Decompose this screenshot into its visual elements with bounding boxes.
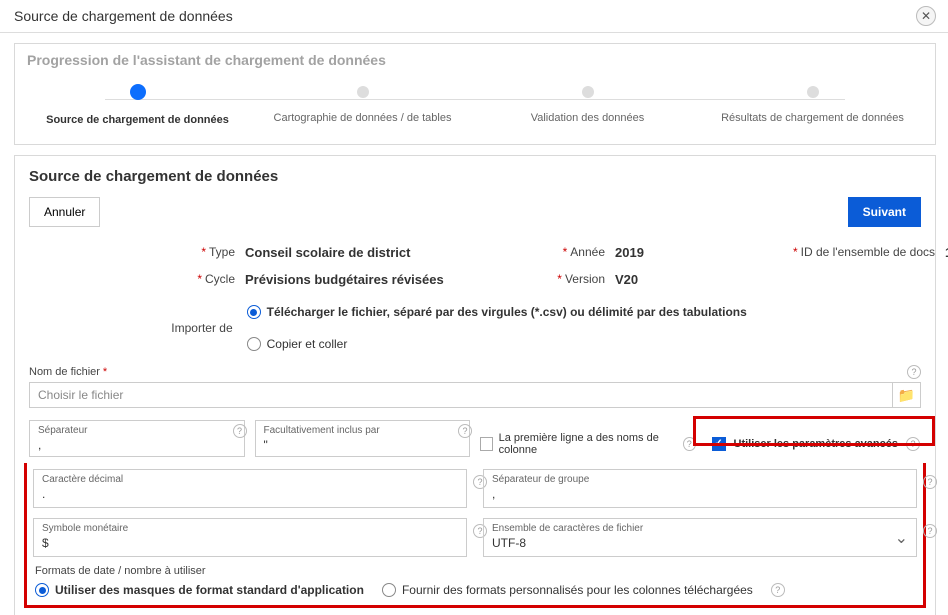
step-mapping[interactable]: Cartographie de données / de tables — [250, 86, 475, 124]
import-row: Importer de Télécharger le fichier, sépa… — [15, 299, 935, 361]
close-icon: ✕ — [921, 9, 931, 23]
help-icon[interactable]: ? — [907, 365, 921, 379]
help-icon[interactable]: ? — [458, 424, 472, 438]
radio-app-format[interactable]: Utiliser des masques de format standard … — [35, 583, 364, 597]
stepper: Source de chargement de données Cartogra… — [15, 68, 935, 144]
radio-icon — [247, 337, 261, 351]
value-year: 2019 — [615, 245, 745, 260]
section-title: Source de chargement de données — [15, 156, 935, 185]
advanced-checkbox[interactable]: ✓ — [712, 437, 726, 451]
browse-folder-icon[interactable]: 📁 — [892, 383, 920, 407]
file-name-block: Nom de fichier* ? Choisir le fichier 📁 — [15, 361, 935, 416]
step-dot-icon — [130, 84, 146, 100]
step-label: Validation des données — [531, 112, 645, 124]
modal-header: Source de chargement de données ✕ — [0, 0, 948, 33]
decimal-char-field[interactable]: Caractère décimal . — [33, 469, 467, 508]
label-import-from: Importer de — [95, 321, 233, 335]
group-sep-field[interactable]: Séparateur de groupe , — [483, 469, 917, 508]
enclosed-by-field[interactable]: Facultativement inclus par " — [255, 420, 471, 457]
label-cycle: *Cycle — [95, 272, 235, 286]
value-type: Conseil scolaire de district — [245, 245, 475, 260]
step-label: Résultats de chargement de données — [721, 112, 904, 124]
radio-icon — [247, 305, 261, 319]
progress-heading: Progression de l'assistant de chargement… — [15, 44, 935, 68]
meta-grid: *Type Conseil scolaire de district *Anné… — [15, 239, 935, 299]
step-results[interactable]: Résultats de chargement de données — [700, 86, 925, 124]
advanced-area: Caractère décimal . ? Séparateur de grou… — [24, 463, 926, 608]
charset-select[interactable]: Ensemble de caractères de fichier UTF-8 — [483, 518, 917, 557]
radio-copy-paste[interactable]: Copier et coller — [247, 337, 348, 351]
step-dot-icon — [582, 86, 594, 98]
help-icon[interactable]: ? — [771, 583, 785, 597]
action-row: Annuler Suivant — [15, 185, 935, 239]
label-type: *Type — [95, 245, 235, 259]
label-docset: *ID de l'ensemble de docs — [755, 245, 935, 259]
close-button[interactable]: ✕ — [916, 6, 936, 26]
radio-icon — [35, 583, 49, 597]
label-formats: Formats de date / nombre à utiliser — [35, 565, 915, 577]
first-row-checkbox[interactable] — [480, 437, 493, 451]
separator-field[interactable]: Séparateur , — [29, 420, 245, 457]
import-options: Télécharger le fichier, séparé par des v… — [247, 305, 855, 351]
label-filename: Nom de fichier* — [29, 366, 107, 378]
form-panel: Source de chargement de données Annuler … — [14, 155, 936, 615]
radio-icon — [382, 583, 396, 597]
radio-custom-format[interactable]: Fournir des formats personnalisés pour l… — [382, 583, 753, 597]
progress-panel: Progression de l'assistant de chargement… — [14, 43, 936, 145]
step-dot-icon — [357, 86, 369, 98]
modal-title: Source de chargement de données — [14, 8, 233, 24]
file-input[interactable]: Choisir le fichier 📁 — [29, 382, 921, 408]
help-icon[interactable]: ? — [923, 475, 937, 489]
step-validation[interactable]: Validation des données — [475, 86, 700, 124]
label-year: *Année — [485, 245, 605, 259]
help-icon[interactable]: ? — [923, 524, 937, 538]
help-icon[interactable]: ? — [906, 437, 920, 451]
value-cycle: Prévisions budgétaires révisées — [245, 272, 475, 287]
value-version: V20 — [615, 272, 745, 287]
step-dot-icon — [807, 86, 819, 98]
currency-symbol-field[interactable]: Symbole monétaire $ — [33, 518, 467, 557]
format-options: Utiliser des masques de format standard … — [33, 583, 917, 597]
modal-body: Progression de l'assistant de chargement… — [0, 33, 948, 615]
help-icon[interactable]: ? — [683, 437, 696, 451]
first-row-checkbox-row: La première ligne a des noms de colonne … — [480, 420, 696, 457]
cancel-button[interactable]: Annuler — [29, 197, 100, 227]
next-button[interactable]: Suivant — [848, 197, 921, 227]
label-version: *Version — [485, 272, 605, 286]
file-placeholder: Choisir le fichier — [30, 388, 892, 402]
separator-row: Séparateur , ? Facultativement inclus pa… — [15, 416, 935, 463]
radio-upload-file[interactable]: Télécharger le fichier, séparé par des v… — [247, 305, 747, 319]
step-label: Cartographie de données / de tables — [274, 112, 452, 124]
step-label: Source de chargement de données — [46, 114, 229, 126]
advanced-checkbox-row: ✓ Utiliser les paramètres avancés ? — [706, 420, 922, 457]
step-source[interactable]: Source de chargement de données — [25, 86, 250, 126]
help-icon[interactable]: ? — [233, 424, 247, 438]
